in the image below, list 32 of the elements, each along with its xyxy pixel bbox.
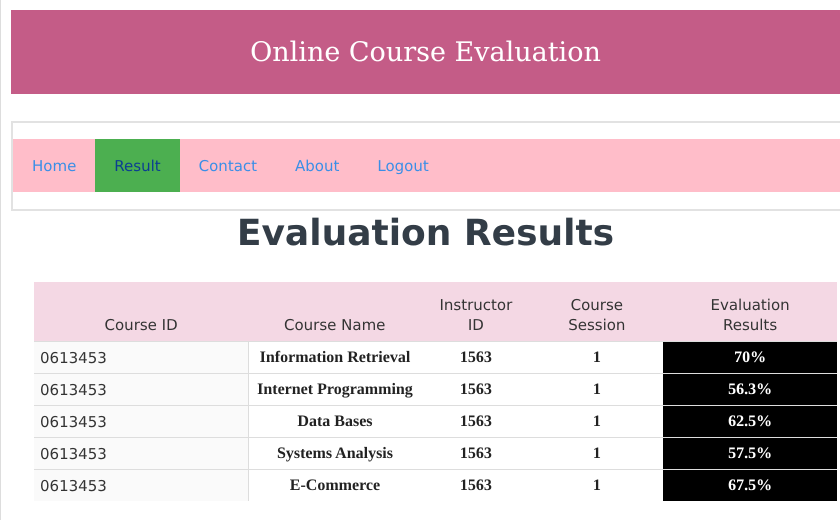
table-cell: 0613453: [34, 470, 248, 501]
column-header: Course ID: [34, 282, 248, 342]
table-cell: Information Retrieval: [248, 342, 422, 374]
nav-link[interactable]: About: [276, 139, 358, 192]
table-cell: 1563: [421, 374, 531, 406]
table-cell: Systems Analysis: [248, 438, 422, 470]
column-header: Course Name: [248, 282, 422, 342]
table-cell: 57.5%: [663, 438, 837, 470]
nav-link[interactable]: Result: [95, 139, 180, 192]
table-cell: Data Bases: [248, 406, 422, 438]
column-header: Course Session: [530, 282, 664, 342]
table-cell: 1563: [421, 342, 531, 374]
column-header: Evaluation Results: [663, 282, 837, 342]
column-header: Instructor ID: [421, 282, 531, 342]
table-cell: E-Commerce: [248, 470, 422, 501]
table-cell: 1563: [421, 406, 531, 438]
nav-link[interactable]: Contact: [180, 139, 276, 192]
table-cell: 0613453: [34, 438, 248, 470]
table-cell: 56.3%: [663, 374, 837, 406]
table-cell: 1563: [421, 470, 531, 501]
table-cell: 1563: [421, 438, 531, 470]
table-cell: 0613453: [34, 342, 248, 374]
table-cell: Internet Programming: [248, 374, 422, 406]
table-cell: 62.5%: [663, 406, 837, 438]
page-heading: Evaluation Results: [236, 213, 616, 254]
site-title: Online Course Evaluation: [250, 36, 601, 68]
nav-link[interactable]: Logout: [358, 139, 448, 192]
table-cell: 70%: [663, 342, 837, 374]
table-cell: 0613453: [34, 374, 248, 406]
nav-link[interactable]: Home: [13, 139, 96, 192]
table-cell: 67.5%: [663, 470, 837, 501]
table-cell: 0613453: [34, 406, 248, 438]
